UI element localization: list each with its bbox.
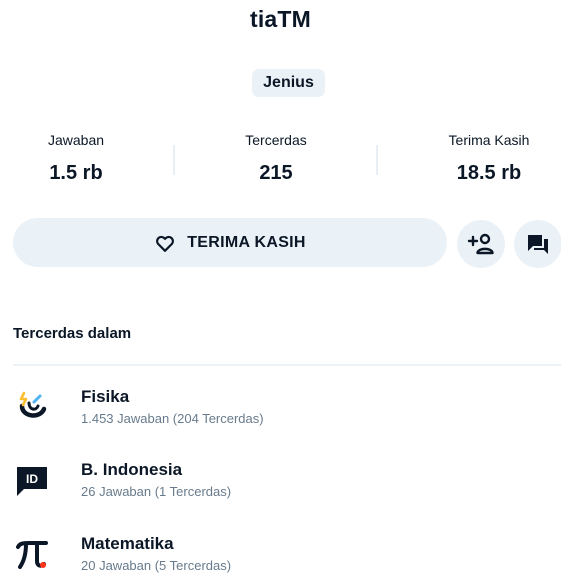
profile-stats: Jawaban 1.5 rb Tercerdas 215 Terima Kasi… (0, 131, 561, 187)
subject-name: B. Indonesia (81, 460, 183, 479)
subject-item-indonesian[interactable]: ID B. Indonesia 26 Jawaban (1 Tercerdas) (0, 460, 561, 510)
stat-answers-label: Jawaban (47, 132, 105, 148)
thanks-button[interactable]: TERIMA KASIH (13, 218, 447, 267)
section-divider (13, 364, 561, 366)
profile-page: tiaTM Jenius Jawaban 1.5 rb Tercerdas 21… (0, 0, 561, 574)
physics-magnet-icon (19, 391, 47, 418)
chat-icon (528, 235, 548, 254)
indonesian-id-icon: ID (17, 467, 47, 496)
id-icon-text: ID (26, 472, 38, 486)
stat-answers-value: 1.5 rb (49, 162, 103, 184)
subject-name: Matematika (81, 534, 174, 553)
stat-answers: Jawaban 1.5 rb (20, 131, 132, 185)
best-in-title: Tercerdas dalam (13, 325, 132, 342)
stat-thanks-label: Terima Kasih (448, 132, 530, 148)
heart-icon (156, 235, 175, 252)
stat-thanks: Terima Kasih 18.5 rb (434, 131, 544, 185)
subject-count: 20 Jawaban (5 Tercerdas) (81, 558, 232, 573)
stat-brainliest: Tercerdas 215 (222, 131, 330, 185)
stat-brainliest-value: 215 (259, 162, 293, 184)
subject-count: 26 Jawaban (1 Tercerdas) (81, 484, 232, 499)
subject-item-physics[interactable]: Fisika 1.453 Jawaban (204 Tercerdas) (0, 387, 561, 437)
rank-badge: Jenius (252, 69, 325, 97)
add-person-icon (467, 233, 494, 255)
stat-divider (376, 145, 378, 175)
message-button[interactable] (514, 220, 561, 268)
subject-name: Fisika (81, 387, 130, 406)
follow-button[interactable] (457, 220, 505, 268)
subject-item-math[interactable]: Matematika 20 Jawaban (5 Tercerdas) (0, 534, 561, 574)
thanks-button-label: TERIMA KASIH (187, 233, 306, 251)
stat-divider (173, 145, 175, 175)
subject-count: 1.453 Jawaban (204 Tercerdas) (81, 411, 264, 426)
math-pi-icon (16, 541, 48, 569)
stat-brainliest-label: Tercerdas (245, 132, 307, 148)
stat-thanks-value: 18.5 rb (456, 162, 522, 184)
profile-username: tiaTM (249, 6, 312, 32)
